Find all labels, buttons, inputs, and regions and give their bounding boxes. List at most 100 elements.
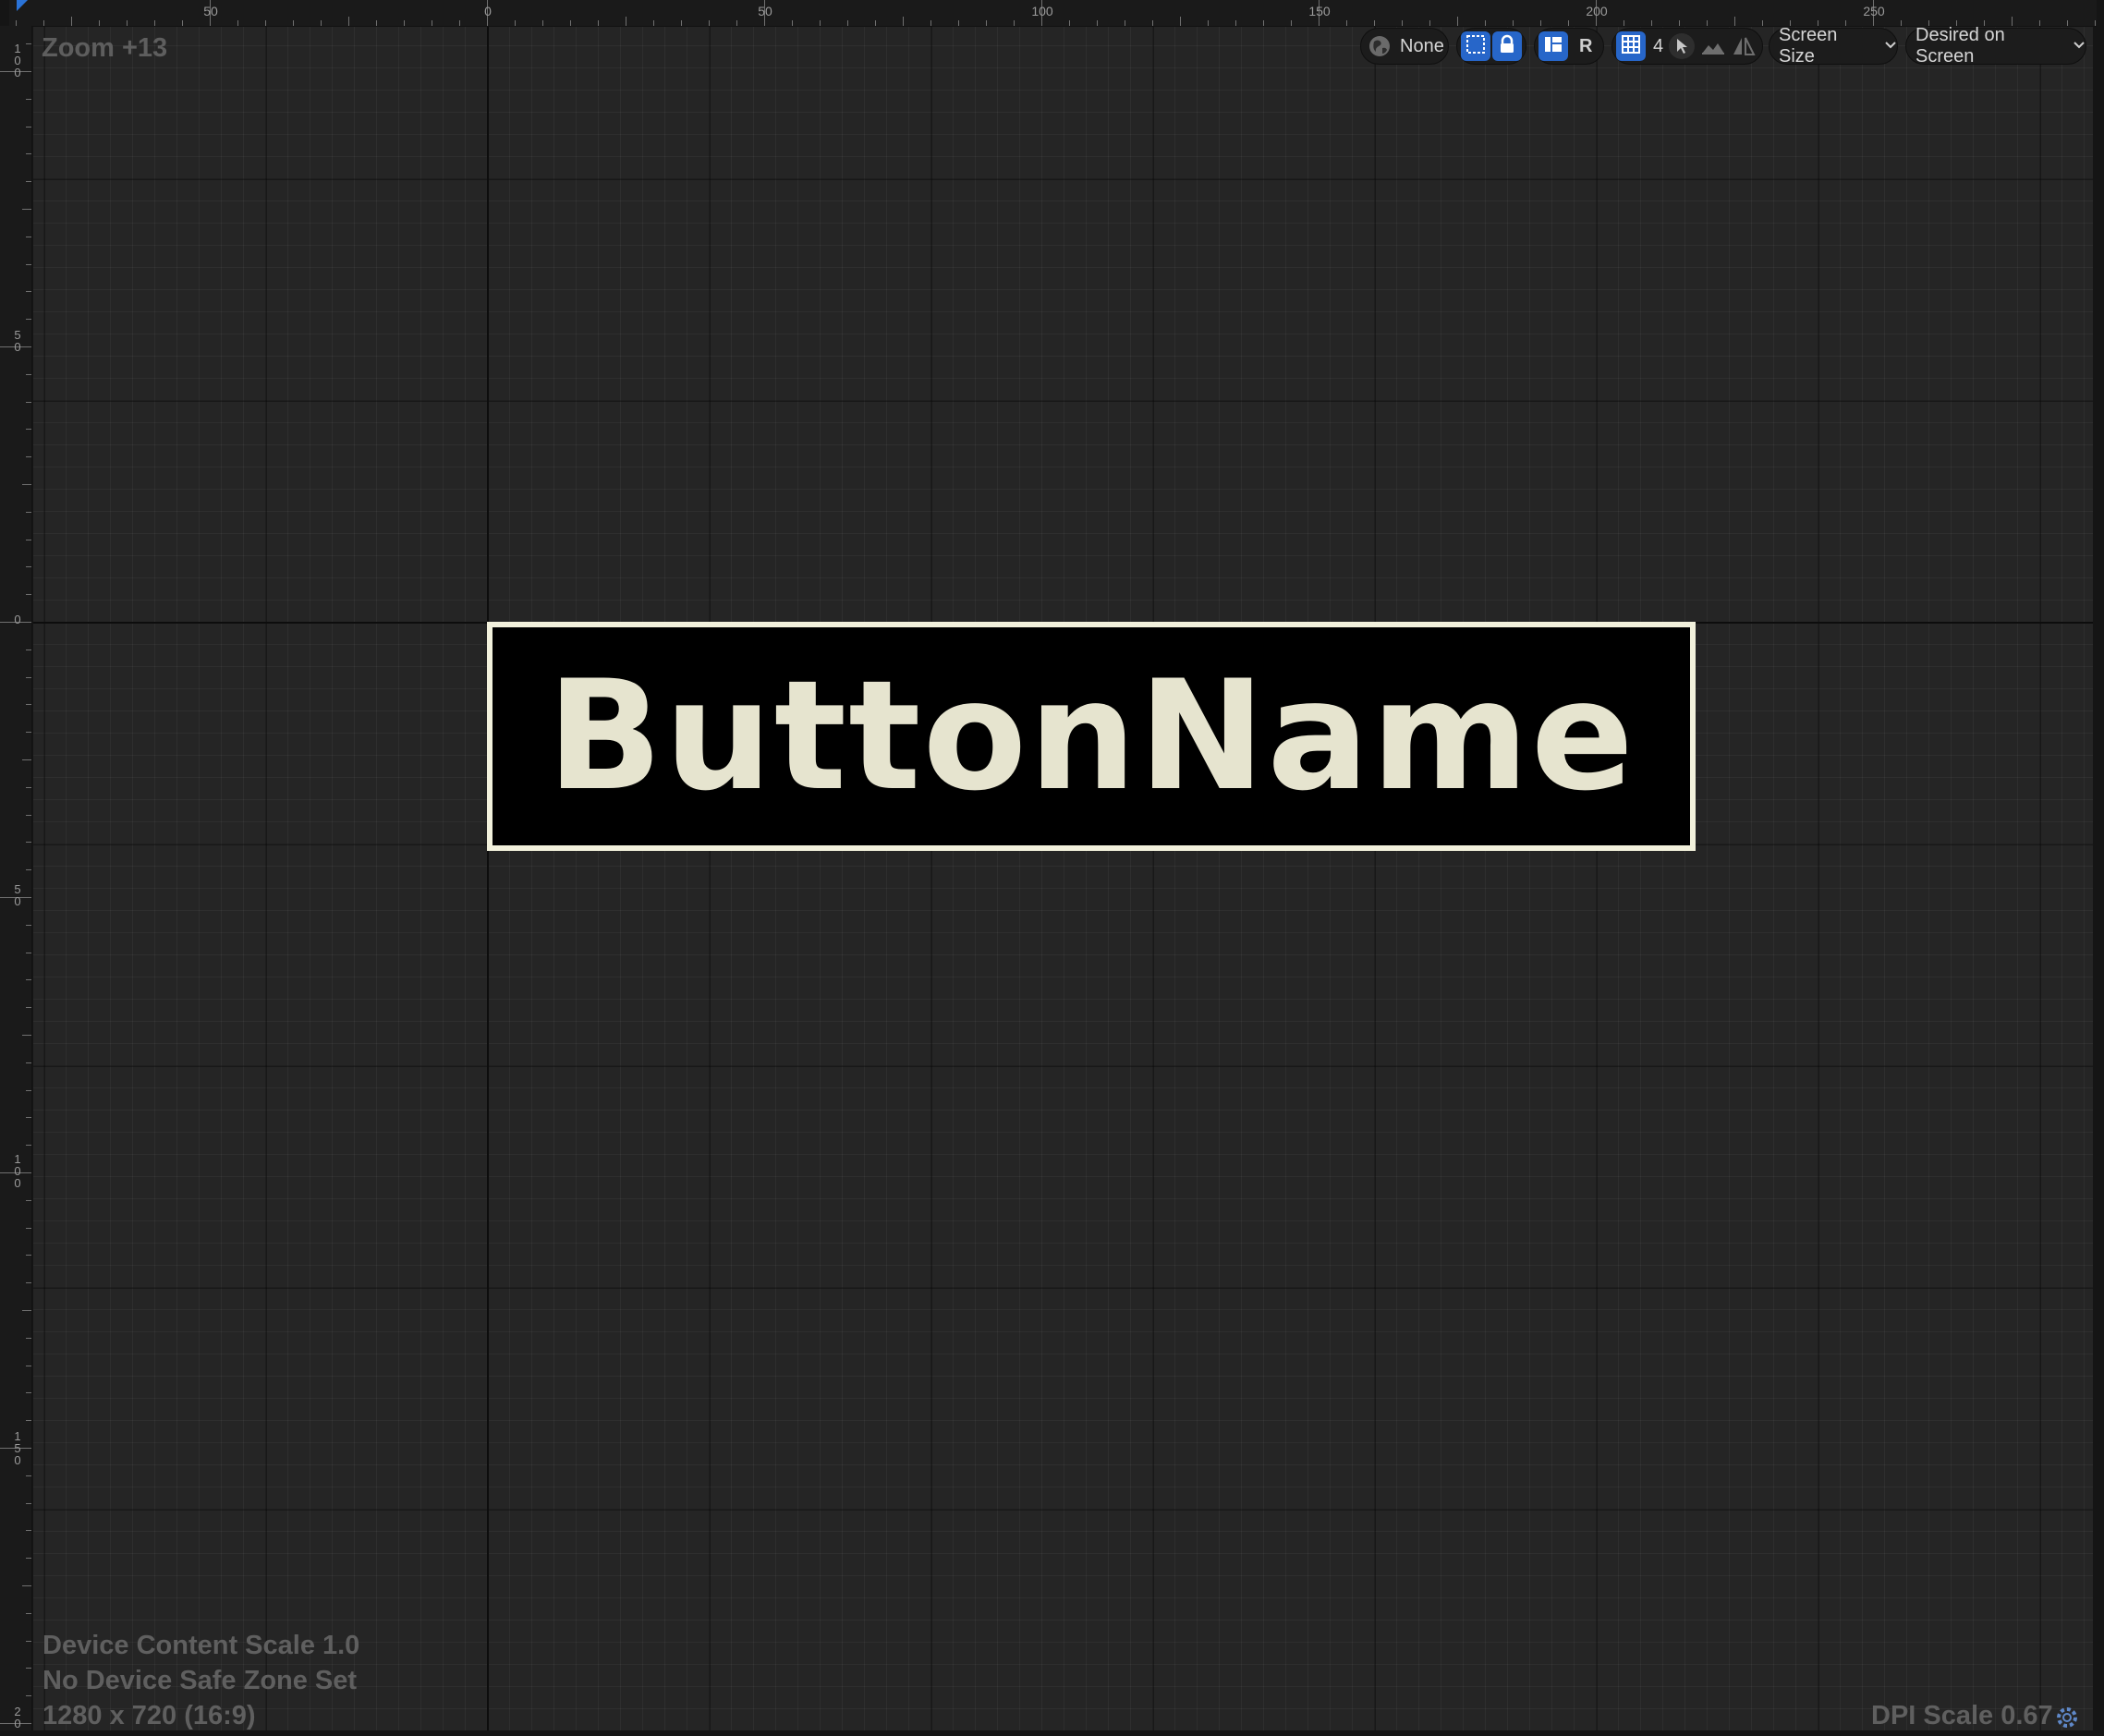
ruler-tick (26, 374, 31, 375)
chevron-down-icon (2073, 38, 2086, 55)
ruler-tick (71, 17, 72, 26)
layout-group: R (1534, 28, 1604, 65)
gear-icon[interactable] (2053, 1704, 2081, 1736)
ruler-tick (1485, 20, 1486, 26)
ruler-tick (1069, 20, 1070, 26)
horizontal-ruler: 50 0 50 100 150 200 250 (9, 0, 2097, 27)
ruler-tick (26, 1228, 31, 1229)
cursor-icon[interactable] (1669, 33, 1696, 59)
ruler-label: 0 (484, 4, 492, 18)
grid-group: 4 (1611, 28, 1763, 65)
ruler-tick (26, 43, 31, 44)
ruler-tick (1679, 20, 1680, 26)
ruler-tick (1734, 17, 1735, 26)
ruler-tick (26, 979, 31, 980)
zoom-level-label: Zoom +13 (42, 33, 168, 63)
fill-mode-dropdown[interactable]: Desired on Screen (1905, 25, 2086, 67)
grid-snap-toggle[interactable] (1616, 31, 1646, 61)
ruler-label: 150 (1308, 4, 1331, 18)
ruler-tick (99, 20, 100, 26)
ruler-label: 50 (758, 4, 772, 18)
ruler-tick (26, 1503, 31, 1504)
ruler-tick (26, 594, 31, 595)
ruler-tick (26, 1338, 31, 1339)
ruler-tick (26, 1007, 31, 1008)
ruler-label: 50 (203, 4, 218, 18)
lock-icon (1498, 34, 1516, 59)
ruler-tick (1457, 17, 1458, 26)
world-selector-button[interactable]: None (1360, 28, 1449, 65)
ruler-tick (1097, 20, 1098, 26)
ruler-label: 50 (14, 882, 21, 908)
ruler-tick (736, 20, 737, 26)
ruler-tick (26, 704, 31, 705)
ruler-tick (26, 429, 31, 430)
ruler-tick (1651, 20, 1652, 26)
grid-snap-value[interactable]: 4 (1653, 36, 1663, 57)
ruler-tick (820, 20, 821, 26)
ruler-tick (26, 291, 31, 292)
ruler-tick (1762, 20, 1763, 26)
ruler-tick (26, 1282, 31, 1283)
ruler-tick (792, 20, 793, 26)
ruler-tick (1180, 17, 1181, 26)
ruler-label: 100 (14, 1152, 21, 1190)
layout-mode-toggle[interactable] (1538, 31, 1568, 61)
world-selector-label: None (1400, 35, 1444, 56)
ruler-label: 250 (1863, 4, 1885, 18)
ruler-label: 100 (1031, 4, 1053, 18)
ruler-tick (903, 17, 904, 26)
ruler-tick (26, 512, 31, 513)
ruler-tick (26, 1420, 31, 1421)
ruler-tick (26, 1090, 31, 1091)
safe-zone-label: No Device Safe Zone Set (43, 1666, 358, 1695)
ruler-tick (26, 99, 31, 100)
screen-size-dropdown[interactable]: Screen Size (1769, 25, 1898, 67)
ruler-tick (26, 1695, 31, 1696)
respect-locks-toggle[interactable]: R (1579, 36, 1592, 57)
ruler-tick (26, 1145, 31, 1146)
ruler-tick (265, 20, 266, 26)
ruler-tick (26, 1475, 31, 1476)
ruler-tick (293, 20, 294, 26)
ruler-tick (154, 20, 155, 26)
ruler-label: 200 (14, 1705, 21, 1730)
ruler-tick (22, 759, 31, 760)
ruler-tick (26, 1117, 31, 1118)
ruler-tick (986, 20, 987, 26)
globe-icon (1367, 33, 1393, 59)
marquee-select-icon (1466, 34, 1486, 59)
button-widget-preview[interactable]: ButtonName (487, 622, 1696, 851)
ruler-tick (26, 456, 31, 457)
chevron-down-icon (1884, 38, 1897, 55)
ruler-tick (26, 815, 31, 816)
lock-toggle[interactable] (1492, 31, 1522, 61)
ruler-tick (26, 402, 31, 403)
ruler-tick (681, 20, 682, 26)
ruler-tick (26, 181, 31, 182)
marquee-select-toggle[interactable] (1461, 31, 1490, 61)
ruler-tick (1374, 20, 1375, 26)
ruler-tick (1346, 20, 1347, 26)
ruler-tick (22, 209, 31, 210)
ruler-tick (1402, 20, 1403, 26)
resolution-label: 1280 x 720 (16:9) (43, 1701, 256, 1730)
mirror-icon[interactable] (1732, 35, 1756, 57)
ruler-tick (2095, 20, 2096, 26)
ruler-label: 0 (14, 613, 21, 626)
ruler-tick (26, 787, 31, 788)
ruler-tick (1152, 20, 1153, 26)
ruler-tick (570, 20, 571, 26)
ruler-tick (26, 1558, 31, 1559)
ruler-tick (847, 20, 848, 26)
designer-canvas[interactable] (33, 27, 2093, 1730)
background-image-icon[interactable] (1700, 36, 1726, 56)
ruler-tick (43, 20, 44, 26)
ruler-tick (26, 1062, 31, 1063)
screen-size-label: Screen Size (1779, 25, 1838, 67)
ruler-label: 50 (14, 328, 21, 354)
ruler-tick (26, 842, 31, 843)
ruler-tick (26, 925, 31, 926)
ruler-tick (26, 1392, 31, 1393)
fill-mode-label: Desired on Screen (1915, 25, 2005, 67)
